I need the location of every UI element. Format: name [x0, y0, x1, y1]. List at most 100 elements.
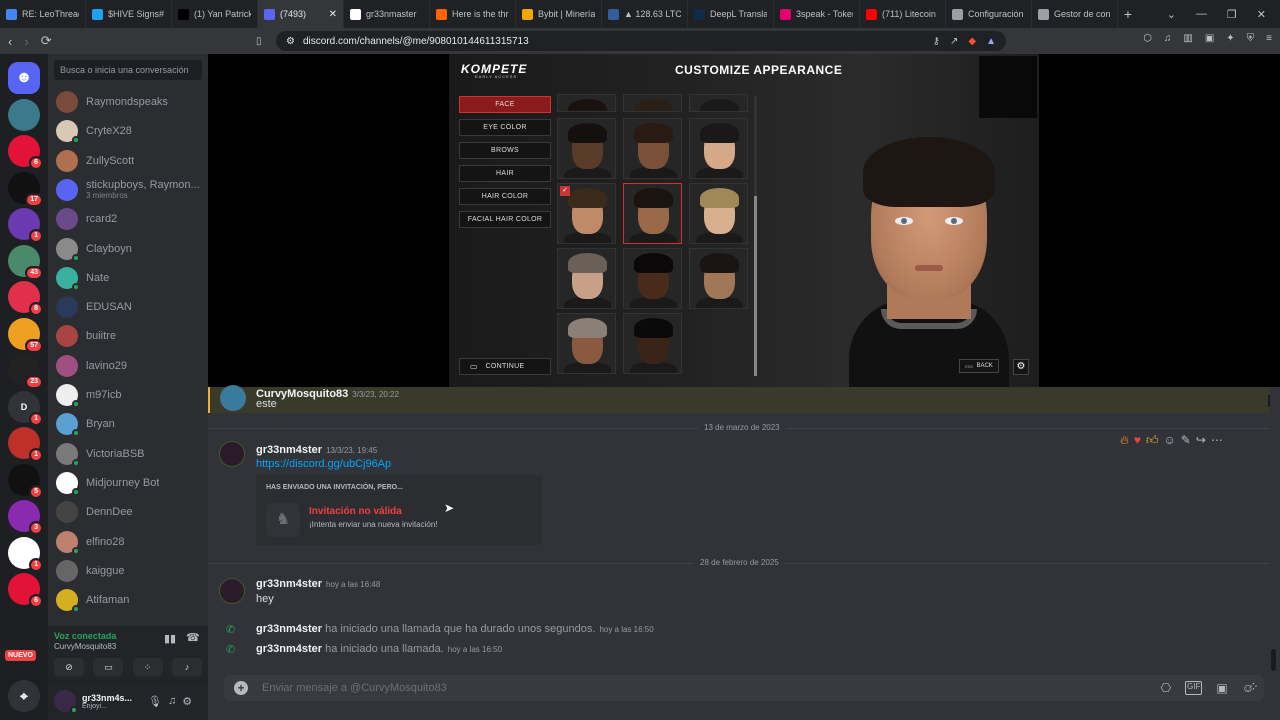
edit-icon[interactable]: ✎	[1181, 433, 1191, 448]
game-menu-hair[interactable]: HAIR	[459, 165, 551, 182]
dm-item[interactable]: CryteX28	[56, 117, 206, 145]
url-field[interactable]: ▯ ⚙ discord.com/channels/@me/90801014461…	[256, 31, 1006, 51]
close-window-icon[interactable]: ✕	[1257, 8, 1266, 21]
dm-item[interactable]: DennDee	[56, 498, 206, 526]
server-icon[interactable]: 23	[8, 354, 43, 389]
dm-item[interactable]: lavino29	[56, 352, 206, 380]
minimize-icon[interactable]: —	[1196, 8, 1207, 21]
browser-tab[interactable]: $HIVE Signs# a	[86, 0, 172, 28]
wallet-icon[interactable]: ▣	[1205, 33, 1214, 44]
server-icon[interactable]: 1	[8, 208, 43, 243]
sidebar-icon[interactable]: ▥	[1183, 33, 1192, 44]
browser-tab[interactable]: gr33nmaster	[344, 0, 430, 28]
avatar[interactable]	[219, 441, 245, 467]
dm-item[interactable]: rcard2	[56, 205, 206, 233]
music-icon[interactable]: ♫	[1164, 33, 1172, 44]
browser-tab[interactable]: (7493) ✕	[258, 0, 344, 28]
mic-icon[interactable]: 🎙︎	[148, 695, 162, 708]
server-icon[interactable]: 3	[8, 500, 43, 535]
face-option[interactable]	[557, 313, 616, 374]
brave-shield-icon[interactable]: ◆	[968, 36, 976, 47]
screen-share-button[interactable]: ▭	[93, 658, 124, 676]
face-option[interactable]	[689, 118, 748, 179]
maximize-icon[interactable]: ❐	[1227, 8, 1237, 21]
site-info-icon[interactable]: ⚙	[286, 36, 295, 47]
forward-icon[interactable]: ›	[24, 34, 28, 49]
dm-item[interactable]: Raymondspeaks	[56, 88, 206, 116]
ai-icon[interactable]: ✦	[1226, 33, 1234, 44]
server-icon[interactable]: 43	[8, 244, 43, 280]
face-option[interactable]	[557, 118, 616, 179]
face-option[interactable]	[557, 248, 616, 309]
extensions-icon[interactable]: ⬡	[1143, 33, 1152, 44]
continue-button[interactable]: ▭ CONTINUE	[459, 358, 551, 375]
face-option[interactable]	[689, 183, 748, 244]
face-option[interactable]	[623, 313, 682, 374]
dm-item[interactable]: Midjourney Bot	[56, 469, 206, 497]
browser-tab[interactable]: Gestor de con	[1032, 0, 1118, 28]
activities-button[interactable]: ⁘	[132, 658, 163, 676]
browser-tab[interactable]: ▲ 128.63 LTCU	[602, 0, 688, 28]
server-icon[interactable]: 17	[8, 171, 43, 207]
browser-tab[interactable]: Here is the thr	[430, 0, 516, 28]
camera-off-button[interactable]: ⊘	[54, 658, 84, 676]
face-option[interactable]	[623, 183, 682, 244]
face-option[interactable]	[689, 94, 748, 112]
server-icon[interactable]	[8, 98, 40, 131]
dm-item[interactable]: stickupboys, Raymon... 3 miembros	[56, 176, 206, 204]
game-menu-hair-color[interactable]: HAIR COLOR	[459, 188, 551, 205]
game-menu-facial-hair-color[interactable]: FACIAL HAIR COLOR	[459, 211, 551, 228]
new-tab-button[interactable]: +	[1118, 6, 1138, 22]
sticker-icon[interactable]: ▣	[1216, 681, 1227, 695]
dm-item[interactable]: Atifaman	[56, 586, 206, 614]
vpn-icon[interactable]: ⛨	[1247, 33, 1255, 44]
server-icon[interactable]: 8	[8, 281, 43, 316]
face-option[interactable]	[557, 94, 616, 112]
avatar[interactable]	[220, 385, 246, 411]
face-option[interactable]	[689, 248, 748, 309]
message-input[interactable]: Enviar mensaje a @CurvyMosquito83	[262, 682, 447, 694]
add-reaction-icon[interactable]: ☺	[1163, 433, 1175, 448]
message-author[interactable]: gr33nm4ster	[256, 578, 322, 590]
chat-scrollbar[interactable]	[1271, 649, 1276, 671]
character-preview[interactable]	[839, 129, 1019, 399]
browser-tab[interactable]: 3speak - Token	[774, 0, 860, 28]
heart-reaction-icon[interactable]: ♥	[1134, 433, 1141, 448]
face-option[interactable]: ✓	[557, 183, 616, 244]
bookmark-icon[interactable]: ▯	[256, 36, 262, 47]
thumbs-up-reaction-icon[interactable]: 👍︎	[1146, 433, 1159, 448]
server-icon[interactable]: 5	[8, 463, 43, 499]
key-icon[interactable]: ⚷	[933, 36, 940, 47]
browser-tab[interactable]: DeepL Translat	[688, 0, 774, 28]
tab-search-icon[interactable]: ⌄	[1167, 8, 1176, 21]
voice-channel[interactable]: CurvyMosquito83	[54, 642, 116, 651]
game-settings-icon[interactable]: ⚙	[1013, 359, 1029, 375]
game-menu-face[interactable]: FACE	[459, 96, 551, 113]
server-icon[interactable]: D1	[8, 390, 43, 426]
signal-icon[interactable]: ▮▮	[164, 632, 176, 645]
forward-icon[interactable]: ↪	[1196, 433, 1206, 448]
face-option[interactable]	[623, 94, 682, 112]
browser-tab[interactable]: Configuración	[946, 0, 1032, 28]
server-icon[interactable]: 57	[8, 317, 43, 353]
face-grid-scrollbar[interactable]	[754, 96, 757, 376]
dm-search-input[interactable]: Busca o inicia una conversación	[54, 60, 202, 80]
message-composer[interactable]: + Enviar mensaje a @CurvyMosquito83 ⎔ GI…	[224, 675, 1264, 701]
close-tab-icon[interactable]: ✕	[329, 9, 337, 20]
apps-icon[interactable]: ⁘	[1248, 679, 1259, 695]
gif-icon[interactable]: GIF	[1185, 681, 1203, 695]
reload-icon[interactable]: ⟳	[41, 33, 52, 49]
dm-item[interactable]: VictoriaBSB	[56, 440, 206, 468]
dm-item[interactable]: EDUSAN	[56, 293, 206, 321]
brave-rewards-icon[interactable]: ▲	[986, 36, 996, 47]
server-icon[interactable]: 1	[8, 536, 43, 572]
back-icon[interactable]: ‹	[8, 34, 12, 49]
disconnect-icon[interactable]: ☎	[186, 631, 200, 644]
fire-reaction-icon[interactable]: 🔥︎	[1120, 433, 1129, 448]
browser-tab[interactable]: (1) Yan Patrick	[172, 0, 258, 28]
discord-home-icon[interactable]: ☻	[8, 62, 40, 94]
dm-item[interactable]: Bryan	[56, 410, 206, 438]
back-button[interactable]: ESC BACK	[959, 359, 999, 373]
dm-item[interactable]: ZullyScott	[56, 147, 206, 175]
avatar[interactable]	[219, 578, 245, 604]
